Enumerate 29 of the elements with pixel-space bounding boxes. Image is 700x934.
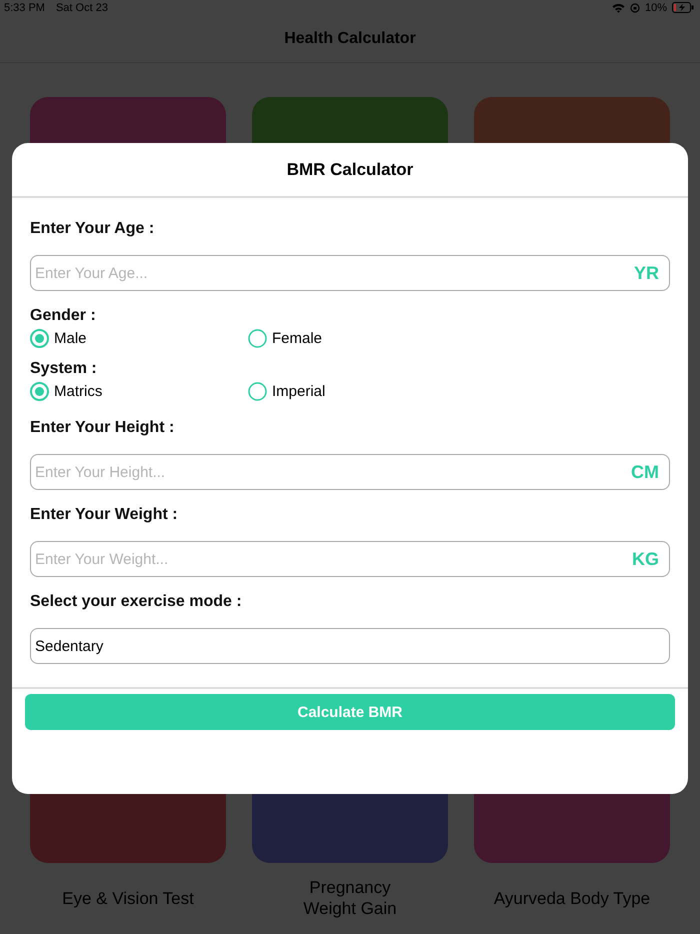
field-label: Select your exercise mode : — [30, 593, 242, 611]
select-field[interactable]: Sedentary — [30, 628, 670, 664]
status-date: Sat Oct 23 — [56, 2, 108, 14]
wifi-icon — [612, 2, 625, 12]
battery-percent: 10% — [644, 2, 667, 14]
tile-label: Pregnancy Weight Gain — [302, 877, 398, 919]
radio-label[interactable]: Matrics — [54, 383, 102, 400]
rotation-lock-icon — [630, 2, 640, 12]
field-label: Enter Your Height : — [30, 419, 174, 437]
unit-label: CM — [631, 462, 659, 483]
unit-label: KG — [632, 549, 659, 570]
tile-label: Eye & Vision Test — [61, 888, 195, 910]
battery-charging-icon — [672, 2, 694, 13]
radio-label[interactable]: Male — [54, 330, 87, 347]
radio-button[interactable] — [30, 382, 49, 401]
header-title: Health Calculator — [284, 30, 416, 48]
radio-label[interactable]: Female — [272, 330, 322, 347]
radio-button[interactable] — [248, 329, 267, 348]
field-label: Enter Your Age : — [30, 220, 154, 238]
field-label: Enter Your Weight : — [30, 506, 178, 524]
tile-label: Ayurveda Body Type — [492, 888, 652, 910]
field-label: Gender : — [30, 307, 96, 325]
radio-label[interactable]: Imperial — [272, 383, 326, 400]
dialog-title: BMR Calculator — [12, 143, 688, 198]
unit-label: YR — [634, 263, 659, 284]
status-time: 5:33 PM — [4, 2, 45, 14]
radio-button[interactable] — [248, 382, 267, 401]
radio-button[interactable] — [30, 329, 49, 348]
field-label: System : — [30, 360, 97, 378]
